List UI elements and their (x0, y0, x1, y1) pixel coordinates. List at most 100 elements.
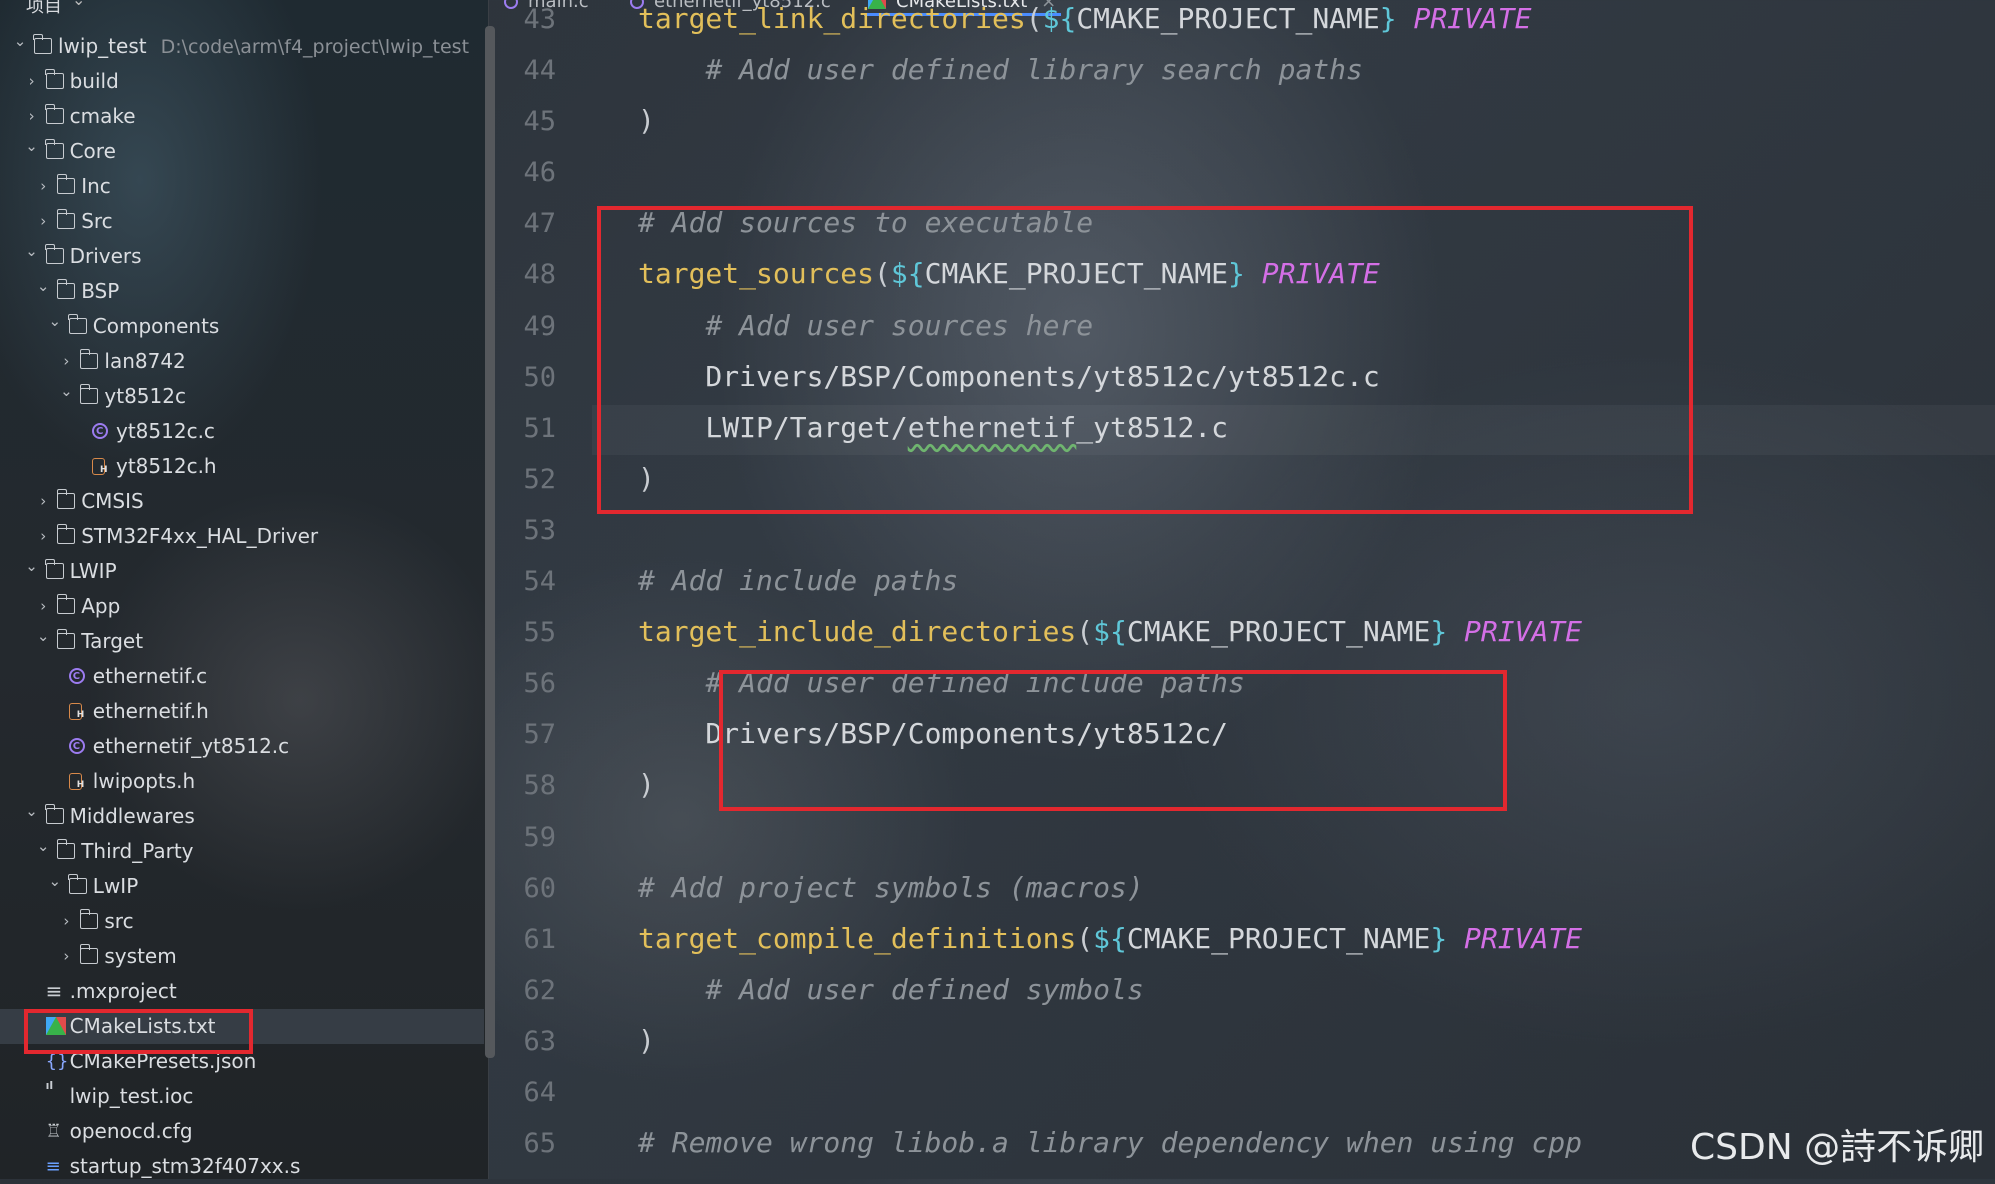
tree-item[interactable]: › Inc (0, 169, 484, 204)
tree-item[interactable]: ⌄ Third_Party (0, 834, 484, 869)
folder-icon (56, 524, 76, 544)
tree-item-text: ethernetif.h (92, 699, 209, 723)
tree-item[interactable]: ♖ openocd.cfg (0, 1114, 484, 1149)
tree-item-label: LWIP (70, 554, 117, 589)
code-token: PRIVATE (1464, 615, 1583, 649)
line-number: 48 (523, 259, 556, 291)
folder-icon (79, 384, 99, 404)
tree-item[interactable]: ⌄ yt8512c (0, 379, 484, 414)
tree-item[interactable]: › src (0, 904, 484, 939)
code-token: ) (638, 104, 655, 138)
code-token: CMAKE_PROJECT_NAME (1126, 921, 1431, 955)
tree-item[interactable]: ethernetif.h (0, 694, 484, 733)
code-line[interactable]: # Add user defined symbols (638, 973, 1143, 1006)
tree-item[interactable]: › CMSIS (0, 484, 484, 519)
tree-item[interactable]: yt8512c.c (0, 414, 484, 449)
line-number: 63 (523, 1025, 556, 1057)
tree-item[interactable]: ⌄ LwIP (0, 869, 484, 904)
chevron-down-icon[interactable]: ⌄ (12, 24, 28, 59)
code-editor[interactable]: 43 target_link_directories(${CMAKE_PROJEC… (496, 0, 1995, 1179)
chevron-down-icon[interactable]: ⌄ (35, 829, 51, 864)
code-line[interactable]: ) (638, 1024, 655, 1057)
tree-item[interactable]: › STM32F4xx_HAL_Driver (0, 519, 484, 554)
tree-item-label: ethernetif.c (93, 659, 207, 694)
tree-item[interactable]: ⌄ Middlewares (0, 799, 484, 834)
tree-item[interactable]: ethernetif.c (0, 659, 484, 694)
line-number: 54 (523, 566, 556, 597)
tree-item[interactable]: ⌄ lwip_test D:\code\arm\f4_project\lwip_te… (0, 29, 484, 64)
chevron-right-icon[interactable]: › (58, 904, 74, 939)
tree-item[interactable]: ⌄ Core (0, 134, 484, 169)
chevron-down-icon[interactable]: ⌄ (47, 304, 63, 339)
tree-item-label: lwipopts.h (93, 764, 195, 799)
code-token: target_compile_definitions (638, 921, 1077, 955)
tree-item[interactable]: yt8512c.h (0, 449, 484, 488)
chevron-down-icon[interactable]: ⌄ (24, 549, 40, 584)
chevron-down-icon[interactable]: ⌄ (72, 0, 85, 9)
tree-item[interactable]: › build (0, 64, 484, 99)
tree-item-text: lan8742 (104, 349, 186, 373)
code-line[interactable]: target_link_directories(${CMAKE_PROJECT_… (638, 2, 1531, 35)
tree-item-label: ethernetif_yt8512.c (93, 729, 289, 764)
folder-icon (44, 104, 64, 124)
tree-item[interactable]: ⌄ Components (0, 309, 484, 344)
sidebar-header[interactable]: 项目 ⌄ (0, 0, 488, 14)
tree-item[interactable]: ethernetif_yt8512.c (0, 729, 484, 764)
tree-item-label: Third_Party (81, 834, 193, 869)
tree-item-text: BSP (81, 279, 120, 303)
code-line[interactable]: # Add project symbols (macros) (638, 871, 1144, 904)
line-number: 64 (523, 1077, 556, 1108)
tree-item[interactable]: › system (0, 939, 484, 974)
tree-item[interactable]: ⌄ Drivers (0, 239, 484, 274)
code-token: ) (638, 768, 655, 802)
config-file-icon: ♖ (45, 1121, 62, 1142)
code-line[interactable]: # Add include paths (638, 564, 958, 597)
tree-item[interactable]: › Src (0, 204, 484, 239)
code-line[interactable]: target_include_directories(${CMAKE_PROJE… (638, 615, 1582, 648)
chevron-down-icon[interactable]: ⌄ (47, 864, 63, 899)
chevron-right-icon[interactable]: › (35, 169, 51, 204)
tree-item[interactable]: ⌄ LWIP (0, 554, 484, 589)
tree-item-text: lwip_test.ioc (69, 1084, 194, 1108)
code-line[interactable]: # Remove wrong libob.a library dependenc… (638, 1126, 1582, 1159)
project-path: D:\code\arm\f4_project\lwip_test (160, 36, 470, 58)
tree-item-text: Inc (81, 174, 111, 198)
header-file-icon (68, 698, 84, 733)
code-token: # Remove wrong libob.a library dependenc… (638, 1126, 1583, 1160)
chevron-right-icon[interactable]: › (35, 484, 51, 519)
tree-item-text: .mxproject (69, 979, 177, 1003)
code-line[interactable]: # Add user defined library search paths (638, 53, 1362, 86)
code-token: ( (1025, 1, 1043, 35)
code-token: target_link_directories (638, 1, 1026, 35)
tree-item[interactable]: lwipopts.h (0, 764, 484, 803)
chevron-down-icon[interactable]: ⌄ (24, 794, 40, 829)
chevron-down-icon[interactable]: ⌄ (24, 234, 40, 269)
chevron-down-icon[interactable]: ⌄ (35, 619, 51, 654)
code-token: ( (1076, 615, 1094, 649)
folder-icon (79, 944, 99, 964)
code-token: ( (1076, 921, 1094, 955)
tree-item-text: Components (92, 314, 220, 338)
tree-item[interactable]: › cmake (0, 99, 484, 134)
chevron-right-icon[interactable]: › (58, 939, 74, 974)
tree-item-label: lwip_test D:\code\arm\f4_project\lwip_tes… (58, 29, 469, 65)
chevron-down-icon[interactable]: ⌄ (35, 269, 51, 304)
chevron-down-icon[interactable]: ⌄ (58, 374, 74, 409)
tree-item[interactable]: ıl lwip_test.ioc (0, 1079, 484, 1114)
tree-item-label: CMSIS (81, 484, 144, 519)
tree-item-text: Drivers (69, 244, 142, 268)
tree-item-text: ethernetif_yt8512.c (92, 734, 290, 758)
code-line[interactable]: ) (638, 104, 655, 137)
chevron-down-icon[interactable]: ⌄ (24, 129, 40, 164)
tree-item[interactable]: ≡ .mxproject (0, 974, 484, 1009)
tree-item[interactable]: ⌄ BSP (0, 274, 484, 309)
tree-item[interactable]: › App (0, 589, 484, 624)
folder-icon (44, 559, 64, 579)
sidebar-scrollbar[interactable] (485, 26, 495, 1058)
code-line[interactable]: ) (638, 768, 655, 801)
code-line[interactable]: target_compile_definitions(${CMAKE_PROJE… (638, 922, 1582, 955)
tree-item[interactable]: ⌄ Target (0, 624, 484, 659)
chevron-right-icon[interactable]: › (24, 64, 40, 99)
csdn-watermark: CSDN @詩不诉卿 (1690, 1127, 1985, 1168)
tree-item-text: STM32F4xx_HAL_Driver (81, 524, 319, 548)
